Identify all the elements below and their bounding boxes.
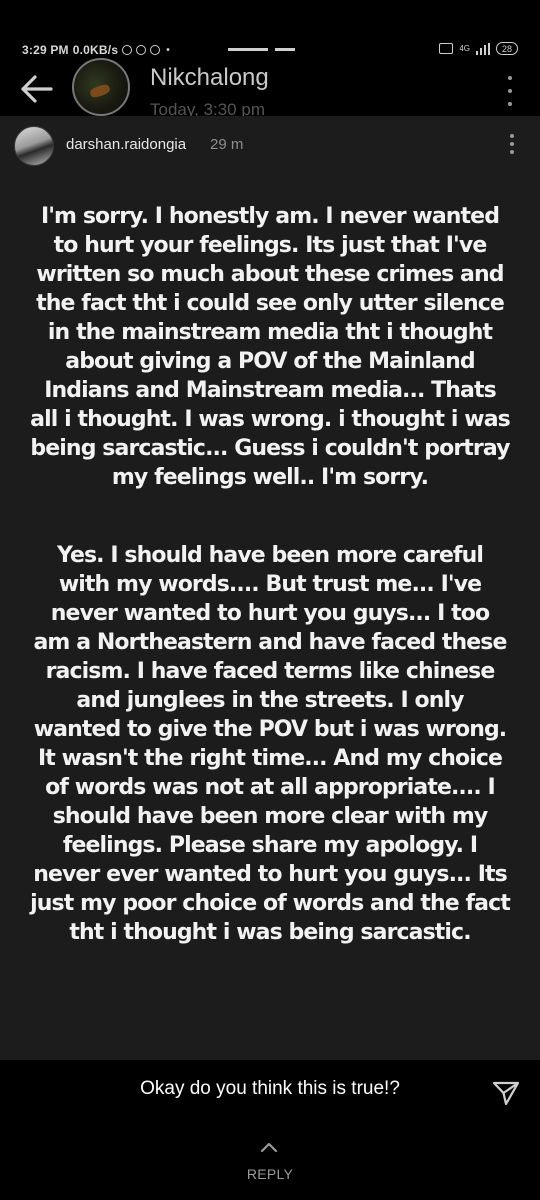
story-text: I'm sorry. I honestly am. I never wanted…: [30, 202, 511, 996]
instagram-icon: [136, 45, 147, 55]
story-paragraph: Yes. I should have been more careful wit…: [30, 543, 511, 945]
story-card: darshan.raidongia 29 m I'm sorry. I hone…: [0, 116, 540, 1060]
status-right: 4G 28: [439, 42, 518, 55]
story-paragraph: I'm sorry. I honestly am. I never wanted…: [30, 204, 511, 490]
whatsapp-icon: [150, 45, 161, 55]
avatar[interactable]: [72, 58, 130, 116]
status-divider: [228, 48, 268, 51]
network-label: 4G: [459, 44, 470, 53]
post-avatar[interactable]: [14, 126, 54, 166]
notification-dot-icon: •: [166, 44, 170, 56]
send-icon[interactable]: [492, 1080, 520, 1106]
reply-question: Okay do you think this is true!?: [140, 1078, 400, 1099]
chevron-up-icon[interactable]: [258, 1140, 280, 1154]
status-left: 3:29 PM 0.0KB/s •: [22, 43, 170, 57]
post-header: darshan.raidongia 29 m: [0, 116, 540, 172]
post-username[interactable]: darshan.raidongia: [66, 136, 186, 153]
story-header: Nikchalong Today, 3:30 pm: [0, 56, 540, 119]
back-arrow-icon[interactable]: [20, 74, 54, 104]
post-age: 29 m: [210, 136, 244, 153]
header-title: Nikchalong: [150, 64, 269, 91]
status-speed: 0.0KB/s: [72, 43, 119, 57]
signal-icon: [475, 42, 490, 55]
status-bar: 3:29 PM 0.0KB/s • 4G 28: [0, 0, 540, 60]
sim-icon: [439, 43, 454, 54]
reply-button[interactable]: REPLY: [0, 1166, 540, 1182]
status-divider: [275, 48, 295, 51]
post-more-icon[interactable]: [508, 134, 516, 154]
shield-icon: [122, 45, 133, 55]
status-time: 3:29 PM: [22, 43, 69, 57]
more-vertical-icon[interactable]: [506, 76, 514, 106]
battery-icon: 28: [495, 42, 518, 55]
